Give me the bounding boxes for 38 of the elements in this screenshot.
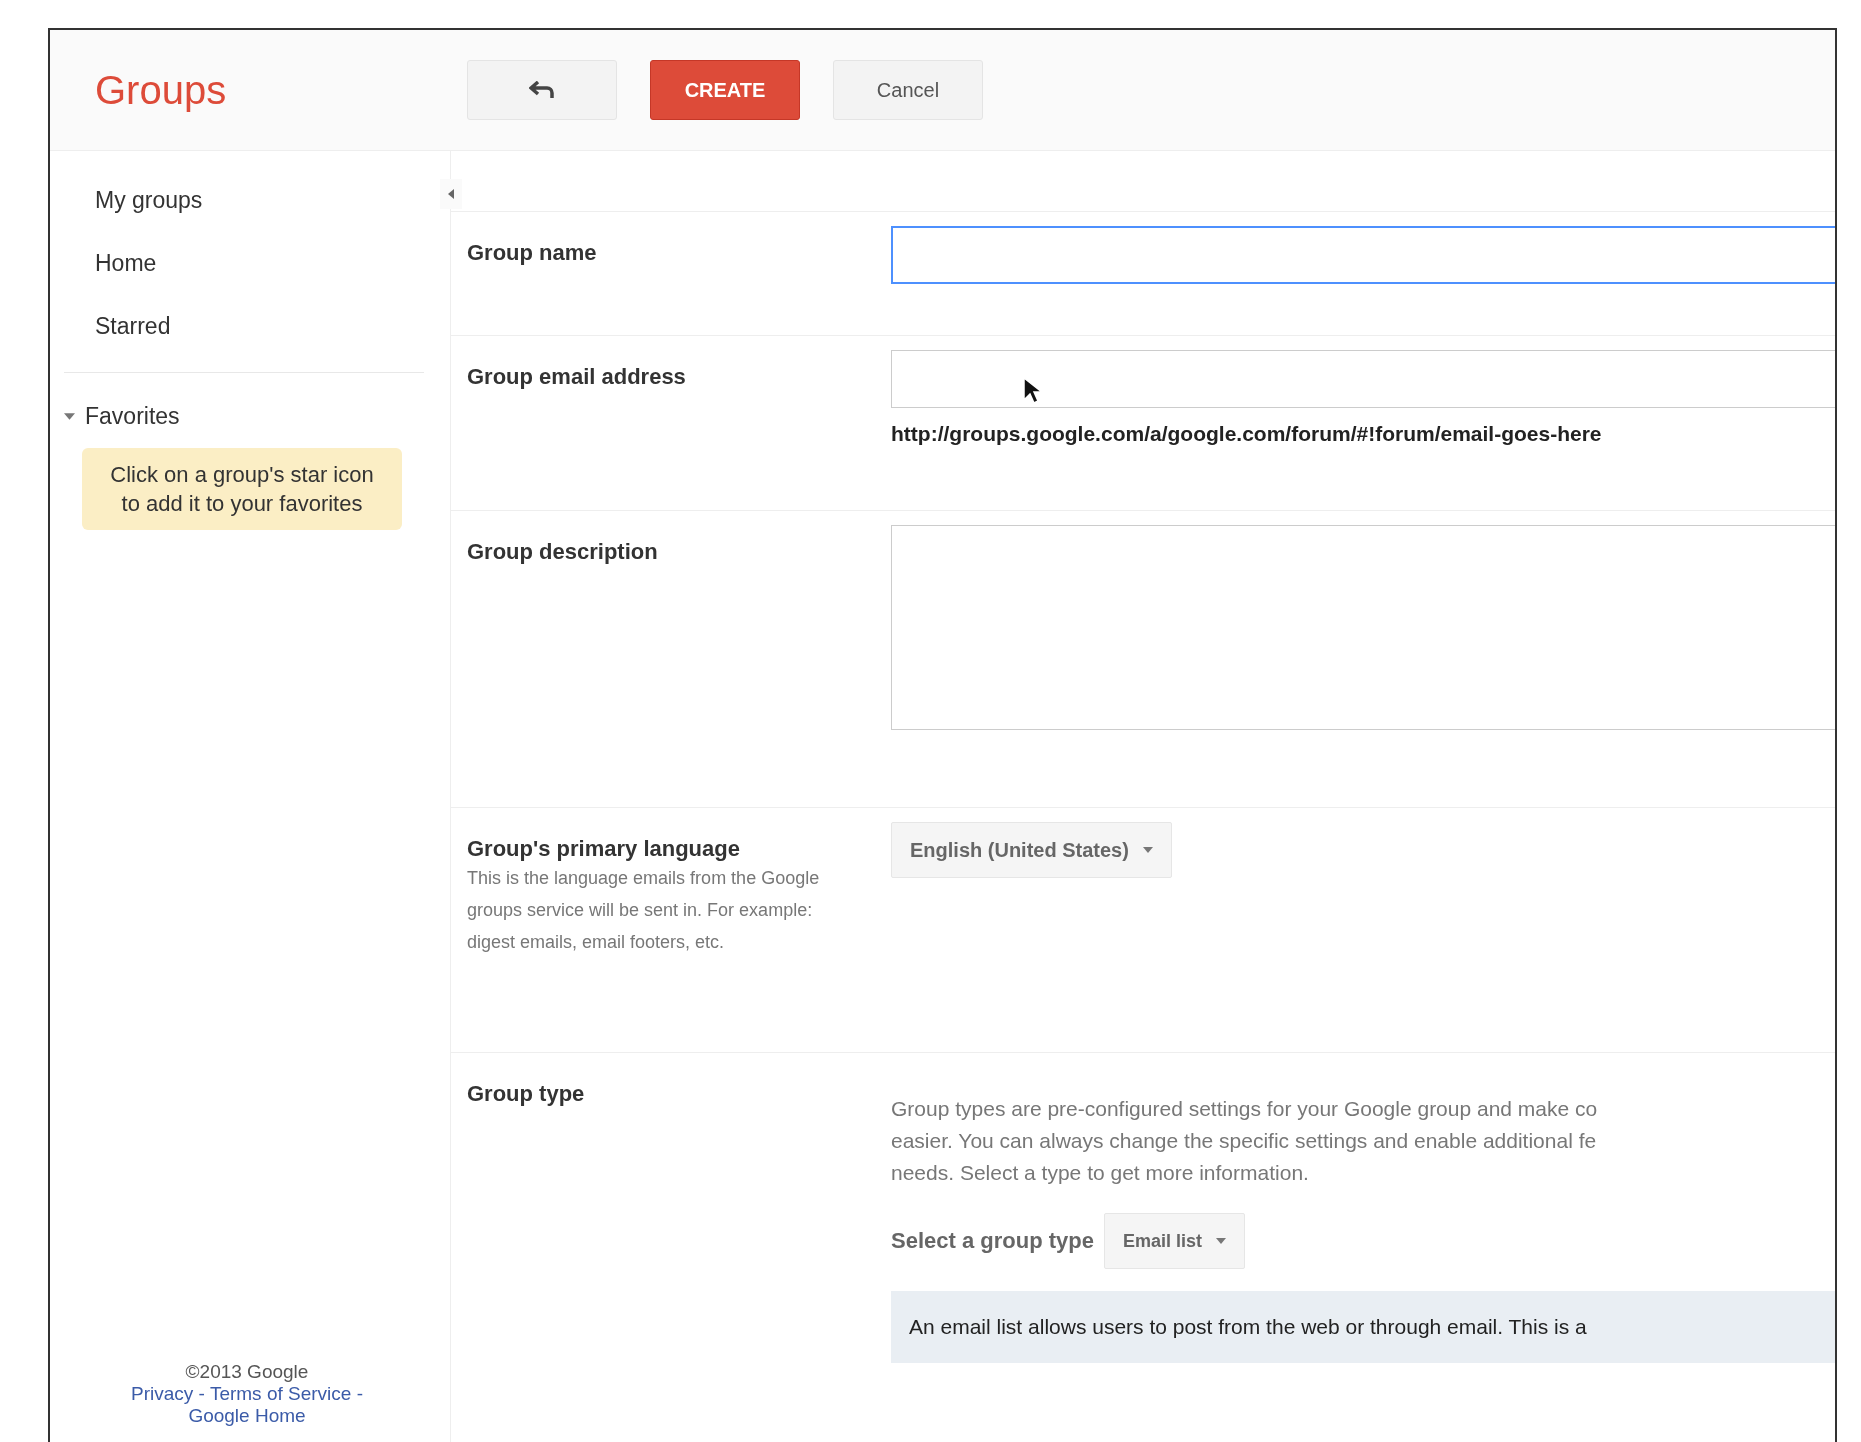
description-line: easier. You can always change the specific settings and enable additional fe [891, 1128, 1598, 1154]
footer-link[interactable]: Privacy [131, 1383, 194, 1404]
sidebar-item[interactable]: Starred [95, 295, 171, 358]
group-email-input[interactable] [891, 350, 1835, 408]
description-line: needs. Select a type to get more information. [891, 1160, 1310, 1186]
help-text: This is the language emails from the Google groups service will be sent in. For example: digest emails, email footers, etc. [467, 867, 821, 954]
group-type-dropdown[interactable]: Email list [1103, 1213, 1245, 1269]
groups-logo: Groups [94, 67, 228, 113]
field-label: Group name [467, 240, 598, 266]
cancel-button[interactable]: Cancel [833, 60, 983, 120]
language-dropdown[interactable]: English (United States) [891, 822, 1172, 878]
description-line: Group types are pre-configured settings for your Google group and make co [891, 1096, 1599, 1122]
create-button[interactable]: CREATE [650, 60, 800, 120]
sidebar-item[interactable]: Home [95, 232, 157, 295]
footer-link[interactable]: Terms of Service [209, 1383, 352, 1404]
field-label: Group's primary language [467, 836, 741, 862]
copyright-text: ©2013 Google [184, 1361, 310, 1383]
footer-link[interactable]: Google Home [188, 1405, 306, 1426]
group-name-input[interactable] [891, 226, 1835, 284]
caret-icon [1142, 847, 1153, 853]
favorites-heading: Favorites [85, 403, 180, 430]
caret-left-icon [448, 189, 454, 199]
caret-icon [1216, 1238, 1226, 1244]
group-url-text: http://groups.google.com/a/google.com/forum/#!forum/email-goes-here [891, 422, 1603, 446]
back-arrow-icon [529, 81, 555, 99]
expand-caret-icon[interactable] [64, 411, 75, 422]
field-label: Group email address [467, 364, 687, 390]
link-separator: - [198, 1383, 205, 1404]
mouse-pointer-icon [1023, 377, 1041, 405]
collapse-sidebar-button[interactable] [440, 179, 462, 209]
field-label: Group type [467, 1081, 586, 1107]
favorites-hint: Click on a group's star icon to add it to your favorites [82, 448, 402, 530]
info-message: An email list allows users to post from the web or through email. This is a [891, 1291, 1835, 1363]
sidebar-item[interactable]: My groups [95, 169, 203, 232]
field-label: Group description [467, 539, 659, 565]
select-label: Select a group type [891, 1228, 1094, 1254]
group-description-input[interactable] [891, 525, 1835, 730]
link-separator: - [356, 1383, 363, 1404]
